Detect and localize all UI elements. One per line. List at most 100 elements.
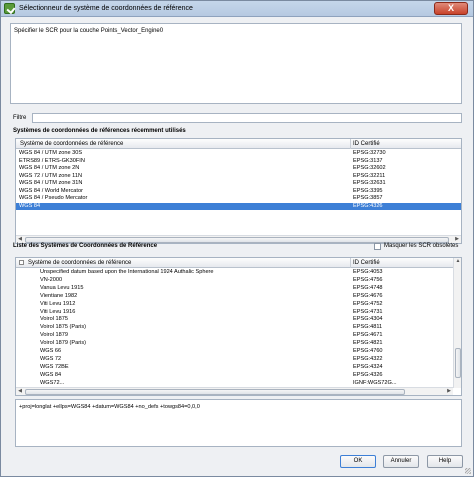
- crs-name-cell: Voirol 1875: [40, 316, 68, 323]
- crs-name-cell: WGS 72 / UTM zone 11N: [19, 172, 83, 179]
- recent-crs-table[interactable]: Système de coordonnées de référence ID C…: [15, 138, 462, 244]
- table-row[interactable]: Voirol 1875 (Paris) EPSG:4811: [16, 324, 453, 331]
- crs-name-cell: WGS 84 / World Mercator: [19, 187, 83, 194]
- table-row[interactable]: WGS 84 / UTM zone 30S EPSG:32730: [16, 150, 461, 157]
- crs-name-cell: WGS72...: [40, 379, 65, 386]
- table-row[interactable]: Voirol 1879 EPSG:4671: [16, 332, 453, 339]
- list-h-scroll-thumb[interactable]: [25, 389, 405, 395]
- crs-id-cell: EPSG:4821: [353, 340, 383, 347]
- table-row[interactable]: Viti Levu 1916 EPSG:4731: [16, 309, 453, 316]
- list-col-name[interactable]: Système de coordonnées de référence: [28, 260, 131, 266]
- crs-name-cell: Viti Levu 1912: [40, 300, 76, 307]
- table-row[interactable]: WGS 72 EPSG:4322: [16, 356, 453, 363]
- crs-name-cell: WGS 84 / UTM zone 30S: [19, 150, 83, 156]
- table-row[interactable]: WGS 84 / Pseudo Mercator EPSG:3857: [16, 195, 461, 202]
- crs-name-cell: WGS 84: [40, 371, 62, 378]
- crs-id-cell: EPSG:32631: [353, 180, 386, 186]
- proj-definition-panel: +proj=longlat +ellps=WGS84 +datum=WGS84 …: [15, 399, 462, 447]
- crs-id-cell: EPSG:4811: [353, 324, 383, 331]
- table-row[interactable]: WGS 84 EPSG:4326: [16, 372, 453, 379]
- recent-horizontal-scrollbar[interactable]: ◀ ▶: [16, 235, 461, 243]
- scroll-right-icon[interactable]: ▶: [445, 388, 453, 395]
- crs-id-cell: EPSG:32602: [353, 165, 386, 171]
- help-button[interactable]: Help: [427, 455, 463, 468]
- table-row[interactable]: Viti Levu 1912 EPSG:4752: [16, 301, 453, 308]
- crs-name-cell: WGS 66: [40, 348, 62, 354]
- scroll-left-icon[interactable]: ◀: [16, 388, 24, 395]
- hide-obsolete-label: Masquer les SCR obsolètes: [384, 243, 459, 249]
- window-title: Sélectionneur de système de coordonnées …: [19, 5, 193, 12]
- crs-id-cell: EPSG:4053: [353, 269, 383, 275]
- list-scroll-thumb[interactable]: [455, 348, 461, 378]
- crs-name-cell: VN-2000: [40, 276, 63, 283]
- crs-name-cell: Vanua Levu 1915: [40, 284, 84, 291]
- table-row[interactable]: WGS 66 EPSG:4760: [16, 348, 453, 355]
- table-row[interactable]: WGS 72 / UTM zone 11N EPSG:32211: [16, 173, 461, 180]
- crs-name-cell: Voirol 1879 (Paris): [40, 340, 87, 347]
- crs-id-cell: EPSG:4676: [353, 292, 383, 299]
- table-row[interactable]: WGS 84 EPSG:4326: [16, 202, 461, 210]
- crs-name-cell: WGS 72: [40, 355, 62, 362]
- table-row[interactable]: WGS 72BE EPSG:4324: [16, 364, 453, 371]
- list-col-id[interactable]: ID Certifié: [353, 260, 380, 266]
- crs-id-cell: EPSG:4752: [353, 300, 383, 307]
- table-row[interactable]: Vientiane 1982 EPSG:4676: [16, 293, 453, 300]
- table-row[interactable]: Voirol 1879 (Paris) EPSG:4821: [16, 340, 453, 347]
- description-panel: Spécifier le SCR pour la couche Points_V…: [10, 23, 462, 104]
- table-row[interactable]: ETRS89 / ETRS-GK30FIN EPSG:3137: [16, 158, 461, 165]
- crs-name-cell: WGS 84 / UTM zone 31N: [19, 180, 83, 186]
- scroll-up-icon[interactable]: ▲: [454, 258, 461, 265]
- proj-definition-text: +proj=longlat +ellps=WGS84 +datum=WGS84 …: [19, 404, 200, 410]
- crs-id-cell: EPSG:4748: [353, 284, 383, 291]
- table-row[interactable]: WGS 84 / UTM zone 2N EPSG:32602: [16, 165, 461, 172]
- table-row[interactable]: VN-2000 EPSG:4756: [16, 277, 453, 284]
- cancel-button[interactable]: Annuler: [383, 455, 419, 468]
- crs-name-cell: Vientiane 1982: [40, 292, 78, 299]
- crs-id-cell: EPSG:4326: [353, 371, 383, 378]
- list-table-header: Système de coordonnées de référence ID C…: [16, 258, 461, 268]
- crs-name-cell: Viti Levu 1916: [40, 308, 76, 315]
- list-vertical-scrollbar[interactable]: ▲: [453, 258, 461, 388]
- close-button[interactable]: X: [434, 2, 468, 15]
- crs-id-cell: EPSG:3137: [353, 157, 383, 164]
- list-horizontal-scrollbar[interactable]: ◀ ▶: [16, 387, 453, 395]
- crs-name-cell: WGS 72BE: [40, 363, 69, 370]
- recent-col-name[interactable]: Système de coordonnées de référence: [20, 141, 123, 147]
- crs-name-cell: WGS 84 / UTM zone 2N: [19, 165, 80, 171]
- crs-list-table[interactable]: Système de coordonnées de référence ID C…: [15, 257, 462, 396]
- crs-id-cell: EPSG:4322: [353, 355, 383, 362]
- crs-id-cell: EPSG:32730: [353, 150, 386, 156]
- table-row[interactable]: Vanua Levu 1915 EPSG:4748: [16, 285, 453, 292]
- column-divider: [350, 139, 351, 149]
- table-row[interactable]: Voirol 1875 EPSG:4304: [16, 316, 453, 323]
- crs-name-cell: Voirol 1875 (Paris): [40, 324, 87, 331]
- filter-input[interactable]: [32, 113, 462, 123]
- title-bar[interactable]: Sélectionneur de système de coordonnées …: [1, 1, 473, 17]
- crs-selector-dialog: Sélectionneur de système de coordonnées …: [0, 0, 474, 477]
- recent-table-header: Système de coordonnées de référence ID C…: [16, 139, 461, 149]
- table-row[interactable]: Unspecified datum based upon the Interna…: [16, 269, 453, 276]
- crs-id-cell: IGNF:WGS72G...: [353, 379, 397, 386]
- qgis-app-icon: [4, 3, 15, 14]
- hide-obsolete-checkbox[interactable]: [374, 243, 381, 250]
- table-row[interactable]: WGS72... IGNF:WGS72G...: [16, 380, 453, 387]
- crs-name-cell: WGS 84: [19, 202, 41, 209]
- scroll-left-icon[interactable]: ◀: [16, 236, 24, 243]
- crs-id-cell: EPSG:3857: [353, 195, 383, 201]
- crs-id-cell: EPSG:4304: [353, 316, 383, 323]
- recent-col-id[interactable]: ID Certifié: [353, 141, 380, 147]
- crs-id-cell: EPSG:4324: [353, 363, 383, 370]
- scroll-right-icon[interactable]: ▶: [453, 236, 461, 243]
- crs-name-cell: ETRS89 / ETRS-GK30FIN: [19, 157, 85, 164]
- column-divider: [350, 258, 351, 268]
- filter-label: Filtre: [13, 115, 27, 121]
- crs-name-cell: Voirol 1879: [40, 332, 68, 339]
- ok-button[interactable]: OK: [340, 455, 376, 468]
- expand-icon: [19, 260, 24, 265]
- table-row[interactable]: WGS 84 / World Mercator EPSG:3395: [16, 188, 461, 195]
- crs-id-cell: EPSG:4326: [353, 202, 383, 209]
- table-row[interactable]: WGS 84 / UTM zone 31N EPSG:32631: [16, 180, 461, 187]
- resize-grip-icon[interactable]: [465, 468, 471, 474]
- crs-name-cell: WGS 84 / Pseudo Mercator: [19, 195, 88, 201]
- description-text: Spécifier le SCR pour la couche Points_V…: [14, 28, 164, 34]
